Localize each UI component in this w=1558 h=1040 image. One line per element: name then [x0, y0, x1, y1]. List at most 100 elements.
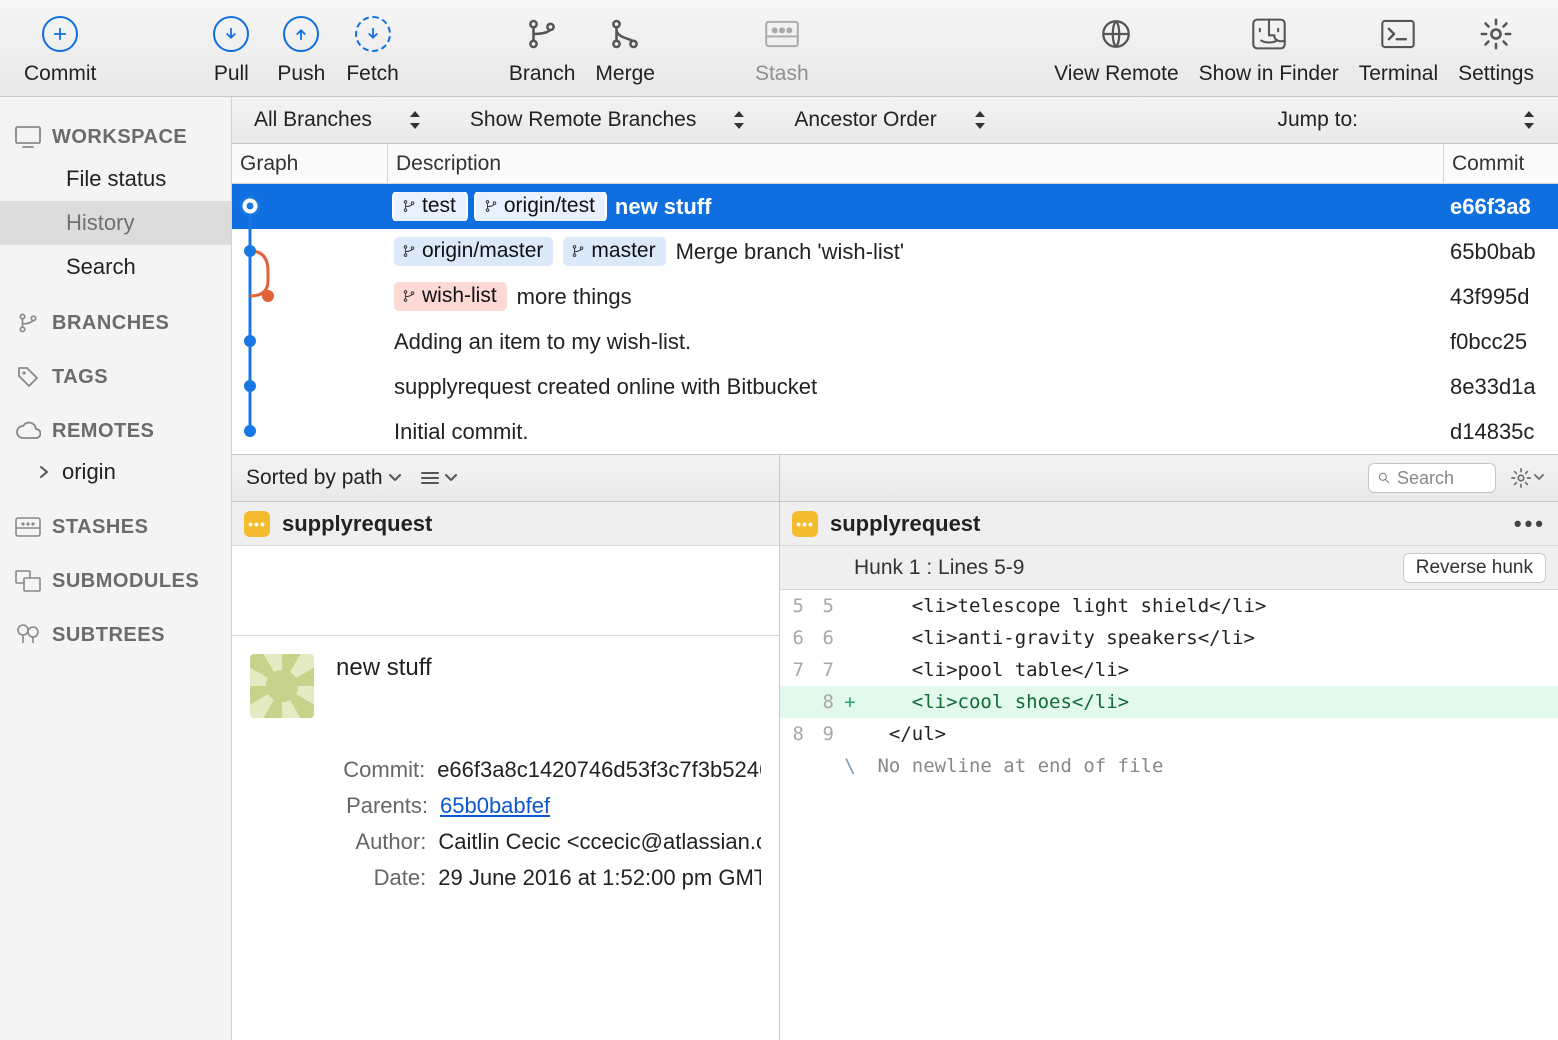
- branch-icon: [525, 12, 559, 56]
- diff-line: 8+ <li>cool shoes</li>: [780, 686, 1558, 718]
- commit-row[interactable]: wish-listmore things43f995d: [232, 274, 1558, 319]
- updown-icon: [1522, 110, 1536, 130]
- view-remote-button[interactable]: View Remote: [1044, 6, 1189, 90]
- sidebar-tags-header[interactable]: TAGS: [0, 357, 231, 397]
- updown-icon: [973, 110, 987, 130]
- view-mode[interactable]: [421, 471, 457, 485]
- sidebar-item-file-status[interactable]: File status: [0, 157, 231, 201]
- jump-to[interactable]: Jump to:: [1277, 108, 1536, 132]
- hunk-header: Hunk 1 : Lines 5-9 Reverse hunk: [780, 546, 1558, 590]
- sidebar-submodules-header[interactable]: SUBMODULES: [0, 561, 231, 601]
- filter-remote-branches[interactable]: Show Remote Branches: [470, 108, 746, 132]
- branch-badge: origin/test: [476, 192, 605, 221]
- column-headers: Graph Description Commit: [232, 144, 1558, 184]
- detail-left: Sorted by path ••• supplyrequest: [232, 455, 780, 1040]
- commit-row[interactable]: supplyrequest created online with Bitbuc…: [232, 364, 1558, 409]
- diff-line: 89 </ul>: [780, 718, 1558, 750]
- show-in-finder-button[interactable]: Show in Finder: [1189, 6, 1349, 90]
- gear-icon: [1479, 12, 1513, 56]
- filter-order[interactable]: Ancestor Order: [794, 108, 986, 132]
- gear-icon: [1510, 467, 1532, 489]
- parent-link[interactable]: 65b0babfef: [440, 793, 550, 818]
- diff-file-name: supplyrequest: [830, 511, 980, 537]
- stash-icon: [765, 12, 799, 56]
- updown-icon: [732, 110, 746, 130]
- sidebar-subtrees-header[interactable]: SUBTREES: [0, 615, 231, 655]
- commit-button[interactable]: Commit: [14, 6, 106, 90]
- commit-title: new stuff: [336, 654, 761, 682]
- diff-line: 66 <li>anti-gravity speakers</li>: [780, 622, 1558, 654]
- meta-date-label: Date:: [336, 860, 426, 896]
- search-input[interactable]: Search: [1368, 463, 1496, 493]
- sidebar-item-history[interactable]: History: [0, 201, 231, 245]
- merge-button[interactable]: Merge: [585, 6, 665, 90]
- globe-icon: [1099, 12, 1133, 56]
- diff-settings-button[interactable]: [1510, 467, 1544, 489]
- commit-row[interactable]: testorigin/testnew stuffe66f3a8: [232, 184, 1558, 229]
- col-commit[interactable]: Commit: [1444, 144, 1558, 183]
- commit-hash: 65b0bab: [1444, 239, 1558, 265]
- sort-order[interactable]: Sorted by path: [246, 466, 401, 490]
- branch-button[interactable]: Branch: [499, 6, 586, 90]
- terminal-button[interactable]: Terminal: [1349, 6, 1448, 90]
- filter-bar: All Branches Show Remote Branches Ancest…: [232, 97, 1558, 144]
- pull-button[interactable]: Pull: [196, 6, 266, 90]
- col-description[interactable]: Description: [388, 144, 1444, 183]
- meta-author-label: Author:: [336, 824, 426, 860]
- chevron-down-icon: [445, 473, 457, 483]
- cloud-icon: [14, 419, 42, 443]
- commit-list: testorigin/testnew stuffe66f3a8origin/ma…: [232, 184, 1558, 454]
- updown-icon: [408, 110, 422, 130]
- commit-message: Merge branch 'wish-list': [676, 239, 904, 265]
- chevron-down-icon: [1534, 474, 1544, 482]
- search-icon: [1377, 471, 1391, 485]
- diff-view[interactable]: 55 <li>telescope light shield</li>66 <li…: [780, 590, 1558, 782]
- commit-message: more things: [517, 284, 632, 310]
- fetch-button[interactable]: Fetch: [336, 6, 409, 90]
- commit-hash: e66f3a8: [1444, 194, 1558, 220]
- file-modified-icon: •••: [244, 511, 270, 537]
- commit-message: supplyrequest created online with Bitbuc…: [394, 374, 817, 400]
- commit-row[interactable]: Initial commit.d14835c: [232, 409, 1558, 454]
- commit-hash: 43f995d: [1444, 284, 1558, 310]
- commit-row[interactable]: Adding an item to my wish-list.f0bcc25: [232, 319, 1558, 364]
- commit-meta: new stuff Commit:e66f3a8c1420746d53f3c7f…: [232, 636, 779, 896]
- detail-right: Search ••• supplyrequest ••• Hunk: [780, 455, 1558, 1040]
- merge-icon: [608, 12, 642, 56]
- push-button[interactable]: Push: [266, 6, 336, 90]
- hunk-label: Hunk 1 : Lines 5-9: [854, 556, 1024, 580]
- sidebar-stashes-header[interactable]: STASHES: [0, 507, 231, 547]
- meta-commit-label: Commit:: [336, 752, 425, 788]
- reverse-hunk-button[interactable]: Reverse hunk: [1403, 553, 1546, 583]
- commit-hash: 8e33d1a: [1444, 374, 1558, 400]
- col-graph[interactable]: Graph: [232, 144, 388, 183]
- file-header-left[interactable]: ••• supplyrequest: [232, 502, 779, 546]
- sidebar-item-search[interactable]: Search: [0, 245, 231, 289]
- commit-row[interactable]: origin/mastermasterMerge branch 'wish-li…: [232, 229, 1558, 274]
- commit-message: Adding an item to my wish-list.: [394, 329, 691, 355]
- list-icon: [421, 471, 439, 485]
- diff-line: 55 <li>telescope light shield</li>: [780, 590, 1558, 622]
- branch-badge: master: [563, 237, 665, 266]
- stash-icon: [14, 515, 42, 539]
- meta-parents-label: Parents:: [336, 788, 428, 824]
- more-actions-icon[interactable]: •••: [1514, 511, 1546, 537]
- details-pane: Sorted by path ••• supplyrequest: [232, 454, 1558, 1040]
- stash-button[interactable]: Stash: [745, 6, 819, 90]
- settings-button[interactable]: Settings: [1448, 6, 1544, 90]
- submodules-icon: [14, 569, 42, 593]
- sidebar-branches-header[interactable]: BRANCHES: [0, 303, 231, 343]
- detail-spacer: [232, 546, 779, 636]
- file-header-right[interactable]: ••• supplyrequest •••: [780, 502, 1558, 546]
- diff-line: 77 <li>pool table</li>: [780, 654, 1558, 686]
- sidebar-workspace-header[interactable]: WORKSPACE: [0, 117, 231, 157]
- sidebar-remotes-header[interactable]: REMOTES: [0, 411, 231, 451]
- arrow-up-circle-icon: [283, 12, 319, 56]
- diff-toolbar: Search: [780, 455, 1558, 502]
- arrow-down-dashed-circle-icon: [355, 12, 391, 56]
- filter-branches[interactable]: All Branches: [254, 108, 422, 132]
- sort-bar: Sorted by path: [232, 455, 779, 502]
- sidebar-remote-origin[interactable]: origin: [0, 451, 231, 493]
- subtrees-icon: [14, 623, 42, 647]
- commit-message: Initial commit.: [394, 419, 528, 445]
